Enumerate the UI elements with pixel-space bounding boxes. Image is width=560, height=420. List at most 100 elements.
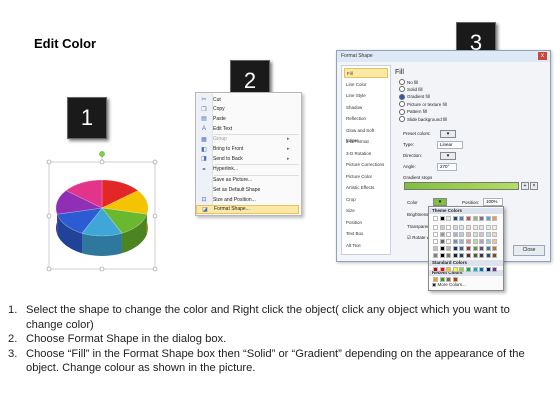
menu-item-group[interactable]: ▦ Group ▸	[196, 135, 299, 144]
resize-handle[interactable]	[152, 213, 158, 219]
color-swatch[interactable]	[439, 216, 445, 221]
menu-item-size-and-position[interactable]: ⊡ Size and Position...	[196, 195, 299, 204]
menu-item-send-to-back[interactable]: ◨ Send to Back ▸	[196, 154, 299, 163]
color-swatch[interactable]	[433, 239, 438, 244]
color-swatch[interactable]	[485, 239, 491, 244]
color-swatch[interactable]	[472, 253, 478, 258]
color-swatch[interactable]	[492, 253, 498, 258]
resize-handle[interactable]	[46, 159, 52, 165]
recent-color-swatch[interactable]	[446, 277, 452, 282]
menu-item-copy[interactable]: ❐ Copy	[196, 105, 299, 114]
color-swatch[interactable]	[439, 253, 445, 258]
close-icon[interactable]: x	[538, 52, 547, 60]
color-swatch[interactable]	[466, 232, 471, 237]
color-swatch[interactable]	[472, 246, 478, 251]
nav-item-shadow[interactable]: Shadow	[344, 103, 388, 113]
color-swatch[interactable]	[452, 253, 458, 258]
standard-color-swatch[interactable]	[479, 267, 485, 272]
color-swatch[interactable]	[452, 216, 458, 221]
standard-color-swatch[interactable]	[446, 267, 452, 272]
nav-item-size[interactable]: Size	[344, 206, 388, 216]
nav-item-text-box[interactable]: Text Box	[344, 229, 388, 239]
color-swatch[interactable]	[433, 232, 438, 237]
resize-handle[interactable]	[99, 266, 105, 272]
menu-item-format-shape[interactable]: ◪ Format Shape...	[196, 204, 299, 214]
color-swatch[interactable]	[479, 232, 485, 237]
nav-item-glow-and-soft-edges[interactable]: Glow and Soft Edges	[344, 126, 388, 143]
close-button[interactable]: Close	[513, 245, 545, 256]
color-swatch[interactable]	[439, 232, 445, 237]
rotate-handle[interactable]	[99, 151, 105, 157]
color-swatch[interactable]	[472, 232, 478, 237]
recent-color-swatch[interactable]	[439, 277, 445, 282]
resize-handle[interactable]	[152, 266, 158, 272]
nav-item-line-style[interactable]: Line Style	[344, 91, 388, 101]
resize-handle[interactable]	[152, 159, 158, 165]
nav-item-position[interactable]: Position	[344, 218, 388, 228]
color-swatch[interactable]	[433, 253, 438, 258]
color-swatch[interactable]	[485, 232, 491, 237]
standard-color-swatch[interactable]	[459, 267, 465, 272]
color-swatch[interactable]	[492, 216, 498, 221]
standard-color-swatch[interactable]	[433, 267, 438, 272]
nav-item-picture-color[interactable]: Picture Color	[344, 172, 388, 182]
color-swatch[interactable]	[492, 246, 498, 251]
color-swatch[interactable]	[459, 225, 465, 230]
fill-option-pattern-fill[interactable]: Pattern fill	[399, 108, 427, 115]
color-swatch[interactable]	[452, 246, 458, 251]
color-swatch[interactable]	[452, 232, 458, 237]
color-swatch[interactable]	[459, 232, 465, 237]
color-swatch[interactable]	[485, 216, 491, 221]
recent-color-swatch[interactable]	[452, 277, 458, 282]
color-swatch[interactable]	[492, 239, 498, 244]
direction-dropdown[interactable]: ▾	[440, 152, 456, 160]
standard-color-swatch[interactable]	[466, 267, 471, 272]
color-swatch[interactable]	[446, 239, 452, 244]
color-swatch[interactable]	[485, 246, 491, 251]
color-swatch[interactable]	[459, 253, 465, 258]
standard-color-swatch[interactable]	[472, 267, 478, 272]
more-colors-link[interactable]: ▣ More Colors...	[432, 282, 466, 288]
color-swatch[interactable]	[479, 225, 485, 230]
preset-colors-dropdown[interactable]: ▾	[440, 130, 456, 138]
nav-item-3-d-format[interactable]: 3-D Format	[344, 137, 388, 147]
menu-item-edit-text[interactable]: A Edit Text	[196, 124, 299, 133]
menu-item-set-as-default-shape[interactable]: Set as Default Shape	[196, 185, 299, 194]
fill-option-solid-fill[interactable]: Solid fill	[399, 86, 423, 93]
color-swatch[interactable]	[472, 239, 478, 244]
gradient-stops-bar[interactable]	[404, 182, 519, 190]
color-swatch[interactable]	[492, 225, 498, 230]
fill-option-picture-or-texture-fill[interactable]: Picture or texture fill	[399, 101, 447, 108]
nav-item-fill[interactable]: Fill	[344, 68, 388, 78]
color-swatch[interactable]	[466, 253, 471, 258]
color-swatch[interactable]	[479, 246, 485, 251]
color-swatch[interactable]	[492, 232, 498, 237]
resize-handle[interactable]	[46, 213, 52, 219]
color-swatch[interactable]	[433, 225, 438, 230]
nav-item-alt-text[interactable]: Alt Text	[344, 241, 388, 251]
recent-color-swatch[interactable]	[433, 277, 438, 282]
color-swatch[interactable]	[439, 239, 445, 244]
color-swatch[interactable]	[433, 246, 438, 251]
color-swatch[interactable]	[479, 216, 485, 221]
fill-option-gradient-fill[interactable]: Gradient fill	[399, 93, 430, 100]
color-swatch[interactable]	[485, 253, 491, 258]
color-swatch[interactable]	[439, 225, 445, 230]
standard-color-swatch[interactable]	[492, 267, 498, 272]
color-swatch[interactable]	[479, 253, 485, 258]
nav-item-reflection[interactable]: Reflection	[344, 114, 388, 124]
color-swatch[interactable]	[446, 216, 452, 221]
menu-item-save-as-picture[interactable]: Save as Picture...	[196, 176, 299, 185]
color-swatch[interactable]	[472, 216, 478, 221]
color-swatch[interactable]	[459, 246, 465, 251]
pie-shape[interactable]	[45, 150, 160, 275]
color-swatch[interactable]	[446, 253, 452, 258]
position-input[interactable]: 100%	[483, 198, 503, 206]
nav-item-line-color[interactable]: Line Color	[344, 80, 388, 90]
angle-input[interactable]: 270°	[437, 163, 457, 171]
color-swatch[interactable]	[466, 246, 471, 251]
color-swatch[interactable]	[459, 216, 465, 221]
nav-item-crop[interactable]: Crop	[344, 195, 388, 205]
add-stop-button[interactable]: +	[521, 182, 529, 190]
type-select[interactable]: Linear	[437, 141, 463, 149]
